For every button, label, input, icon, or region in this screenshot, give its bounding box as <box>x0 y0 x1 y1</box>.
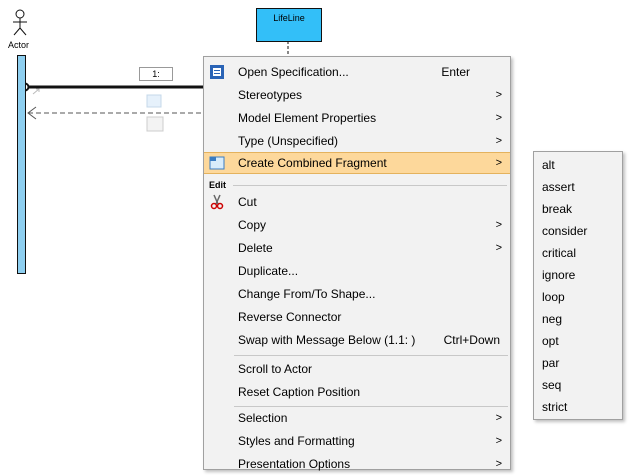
menu-item-copy[interactable]: Copy > <box>204 214 510 236</box>
chevron-right-icon: > <box>495 112 502 124</box>
submenu-item-ignore[interactable]: ignore <box>534 264 622 286</box>
submenu-item-neg[interactable]: neg <box>534 308 622 330</box>
menu-item-duplicate[interactable]: Duplicate... <box>204 260 510 282</box>
menu-item-reset-caption-position[interactable]: Reset Caption Position <box>204 381 510 403</box>
menu-item-label: Styles and Formatting <box>238 434 355 448</box>
menu-item-label: Selection <box>238 411 288 425</box>
menu-item-cut[interactable]: Cut <box>204 191 510 213</box>
chevron-right-icon: > <box>495 219 502 231</box>
menu-item-change-from-to-shape[interactable]: Change From/To Shape... <box>204 283 510 305</box>
submenu-item-label: alt <box>542 158 555 172</box>
menu-item-scroll-to-actor[interactable]: Scroll to Actor <box>204 358 510 380</box>
submenu-item-label: par <box>542 356 560 370</box>
chevron-right-icon: > <box>495 412 502 424</box>
submenu-item-seq[interactable]: seq <box>534 374 622 396</box>
actor-label: Actor <box>8 40 30 50</box>
combined-fragment-icon <box>209 155 225 171</box>
menu-item-label: Create Combined Fragment <box>238 156 387 170</box>
menu-item-shortcut: Enter <box>441 65 470 79</box>
chevron-right-icon: > <box>495 435 502 447</box>
scissors-icon <box>209 194 225 210</box>
menu-item-label: Stereotypes <box>238 88 303 102</box>
menu-item-presentation-options[interactable]: Presentation Options > <box>204 453 510 475</box>
actor-activation-bar[interactable] <box>17 55 26 274</box>
submenu-item-label: break <box>542 202 573 216</box>
submenu-item-label: consider <box>542 224 588 238</box>
menu-item-label: Model Element Properties <box>238 111 377 125</box>
message-label[interactable]: 1: <box>139 67 173 81</box>
submenu-item-label: ignore <box>542 268 576 282</box>
actor-figure[interactable] <box>13 9 27 36</box>
message-anchor-handle <box>146 94 162 108</box>
menu-item-label: Change From/To Shape... <box>238 287 376 301</box>
menu-item-label: Reset Caption Position <box>238 385 361 399</box>
chevron-right-icon: > <box>495 458 502 470</box>
submenu-item-consider[interactable]: consider <box>534 220 622 242</box>
menu-item-label: Presentation Options <box>238 457 351 471</box>
submenu-item-label: opt <box>542 334 559 348</box>
menu-item-type[interactable]: Type (Unspecified) > <box>204 130 510 152</box>
submenu-item-strict[interactable]: strict <box>534 396 622 418</box>
menu-item-label: Reverse Connector <box>238 310 342 324</box>
resize-handle-icon <box>32 88 40 95</box>
menu-item-open-specification[interactable]: Open Specification... Enter <box>204 61 510 83</box>
menu-item-label: Swap with Message Below (1.1: ) <box>238 333 416 347</box>
submenu-item-break[interactable]: break <box>534 198 622 220</box>
menu-item-label: Type (Unspecified) <box>238 134 339 148</box>
chevron-right-icon: > <box>495 242 502 254</box>
chevron-right-icon: > <box>495 135 502 147</box>
combined-fragment-submenu: alt assert break consider critical ignor… <box>533 151 623 420</box>
menu-item-stereotypes[interactable]: Stereotypes > <box>204 84 510 106</box>
chevron-right-icon: > <box>495 157 502 169</box>
submenu-item-loop[interactable]: loop <box>534 286 622 308</box>
menu-item-label: Cut <box>238 195 257 209</box>
submenu-item-par[interactable]: par <box>534 352 622 374</box>
submenu-item-label: neg <box>542 312 563 326</box>
menu-item-label: Delete <box>238 241 273 255</box>
menu-item-styles-and-formatting[interactable]: Styles and Formatting > <box>204 430 510 452</box>
menu-item-shortcut: Ctrl+Down <box>443 333 500 347</box>
message-anchor-handle-lower <box>146 116 164 132</box>
menu-separator <box>234 355 508 356</box>
menu-item-label: Scroll to Actor <box>238 362 313 376</box>
submenu-item-alt[interactable]: alt <box>534 154 622 176</box>
menu-item-selection[interactable]: Selection > <box>204 407 510 429</box>
menu-item-reverse-connector[interactable]: Reverse Connector <box>204 306 510 328</box>
menu-item-delete[interactable]: Delete > <box>204 237 510 259</box>
submenu-item-label: strict <box>542 400 568 414</box>
menu-item-label: Copy <box>238 218 267 232</box>
submenu-item-label: assert <box>542 180 575 194</box>
submenu-item-assert[interactable]: assert <box>534 176 622 198</box>
lifeline-box[interactable]: LifeLine <box>256 8 322 42</box>
submenu-item-label: critical <box>542 246 577 260</box>
menu-item-label: Duplicate... <box>238 264 299 278</box>
chevron-right-icon: > <box>495 89 502 101</box>
context-menu: Open Specification... Enter Stereotypes … <box>203 56 511 471</box>
menu-item-swap-with-message-below[interactable]: Swap with Message Below (1.1: ) Ctrl+Dow… <box>204 329 510 351</box>
menu-item-create-combined-fragment[interactable]: Create Combined Fragment > <box>204 152 510 174</box>
specification-icon <box>209 64 225 80</box>
menu-item-label: Open Specification... <box>238 65 349 79</box>
menu-item-model-element-properties[interactable]: Model Element Properties > <box>204 107 510 129</box>
submenu-item-label: loop <box>542 290 565 304</box>
submenu-item-opt[interactable]: opt <box>534 330 622 352</box>
submenu-item-label: seq <box>542 378 562 392</box>
lifeline-label: LifeLine <box>273 13 305 23</box>
submenu-item-critical[interactable]: critical <box>534 242 622 264</box>
